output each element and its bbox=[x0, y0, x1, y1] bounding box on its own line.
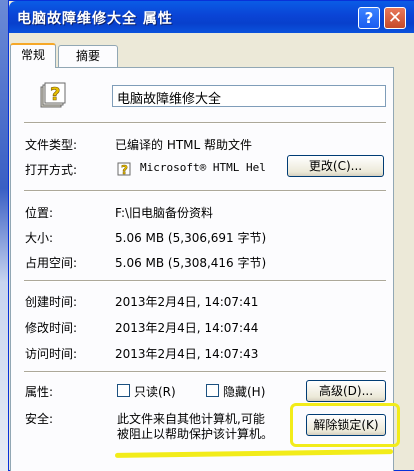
svg-text:?: ? bbox=[50, 84, 60, 105]
separator-3 bbox=[24, 280, 386, 282]
opens-with-label: 打开方式: bbox=[25, 163, 78, 177]
file-type-label: 文件类型: bbox=[25, 138, 78, 152]
title-bar[interactable]: 电脑故障维修大全 属性 ? ✕ bbox=[9, 1, 414, 33]
advanced-button[interactable]: 高级(D)... bbox=[306, 380, 386, 402]
tab-general-label: 常规 bbox=[20, 48, 45, 62]
size-value: 5.06 MB (5,306,691 字节) bbox=[115, 231, 267, 245]
location-value: F:\旧电脑备份资料 bbox=[115, 206, 214, 220]
readonly-label[interactable]: 只读(R) bbox=[134, 383, 176, 400]
security-text-line2: 被阻止以帮助保护该计算机。 bbox=[117, 427, 274, 441]
created-label: 创建时间: bbox=[25, 295, 78, 309]
window-title: 电脑故障维修大全 属性 bbox=[17, 11, 173, 27]
hidden-label[interactable]: 隐藏(H) bbox=[223, 383, 265, 400]
html-help-icon: ? bbox=[117, 162, 131, 177]
accessed-value: 2013年2月4日, 14:07:43 bbox=[115, 347, 259, 361]
size-on-disk-value: 5.06 MB (5,308,416 字节) bbox=[115, 256, 267, 270]
readonly-checkbox[interactable] bbox=[117, 384, 130, 397]
tab-summary[interactable]: 摘要 bbox=[58, 45, 118, 67]
size-label: 大小: bbox=[25, 231, 54, 245]
hidden-checkbox[interactable] bbox=[206, 384, 219, 397]
change-button[interactable]: 更改(C)... bbox=[287, 155, 384, 177]
svg-text:?: ? bbox=[121, 163, 128, 177]
separator-1 bbox=[24, 122, 386, 124]
help-icon: ? bbox=[364, 9, 374, 27]
file-type-value: 已编译的 HTML 帮助文件 bbox=[115, 138, 253, 152]
modified-value: 2013年2月4日, 14:07:44 bbox=[115, 321, 259, 335]
separator-4 bbox=[24, 371, 386, 373]
opens-with-value: Microsoft® HTML Hel bbox=[140, 161, 266, 174]
close-icon: ✕ bbox=[387, 8, 403, 28]
highlight-annotation-box bbox=[290, 403, 400, 447]
separator-2 bbox=[24, 190, 386, 192]
file-name-field[interactable]: 电脑故障维修大全 bbox=[112, 85, 386, 107]
tab-summary-label: 摘要 bbox=[75, 49, 100, 63]
accessed-label: 访问时间: bbox=[25, 347, 78, 361]
tab-general[interactable]: 常规 bbox=[10, 43, 56, 68]
close-button[interactable]: ✕ bbox=[384, 7, 406, 29]
help-file-icon: ? bbox=[40, 82, 66, 108]
modified-label: 修改时间: bbox=[25, 321, 78, 335]
location-label: 位置: bbox=[25, 206, 54, 220]
help-button[interactable]: ? bbox=[358, 7, 380, 29]
security-label: 安全: bbox=[25, 412, 54, 426]
created-value: 2013年2月4日, 14:07:41 bbox=[115, 295, 259, 309]
size-on-disk-label: 占用空间: bbox=[25, 256, 78, 270]
attributes-label: 属性: bbox=[25, 385, 54, 399]
